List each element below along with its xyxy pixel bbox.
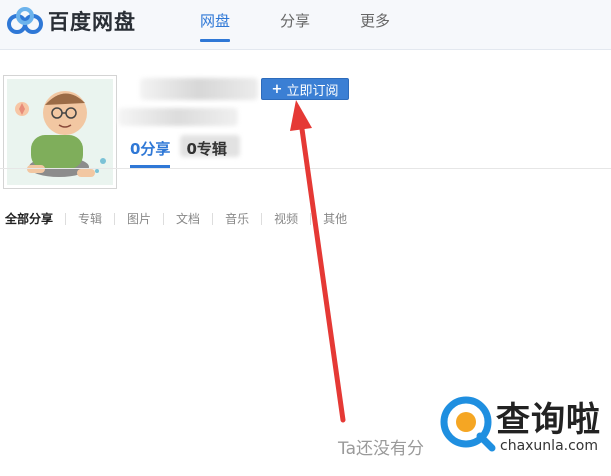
watermark-title: 查询啦 bbox=[496, 400, 601, 440]
watermark: 查询啦 chaxunla.com bbox=[432, 388, 607, 468]
magnifier-logo-icon bbox=[440, 396, 496, 452]
watermark-url: chaxunla.com bbox=[500, 438, 598, 454]
